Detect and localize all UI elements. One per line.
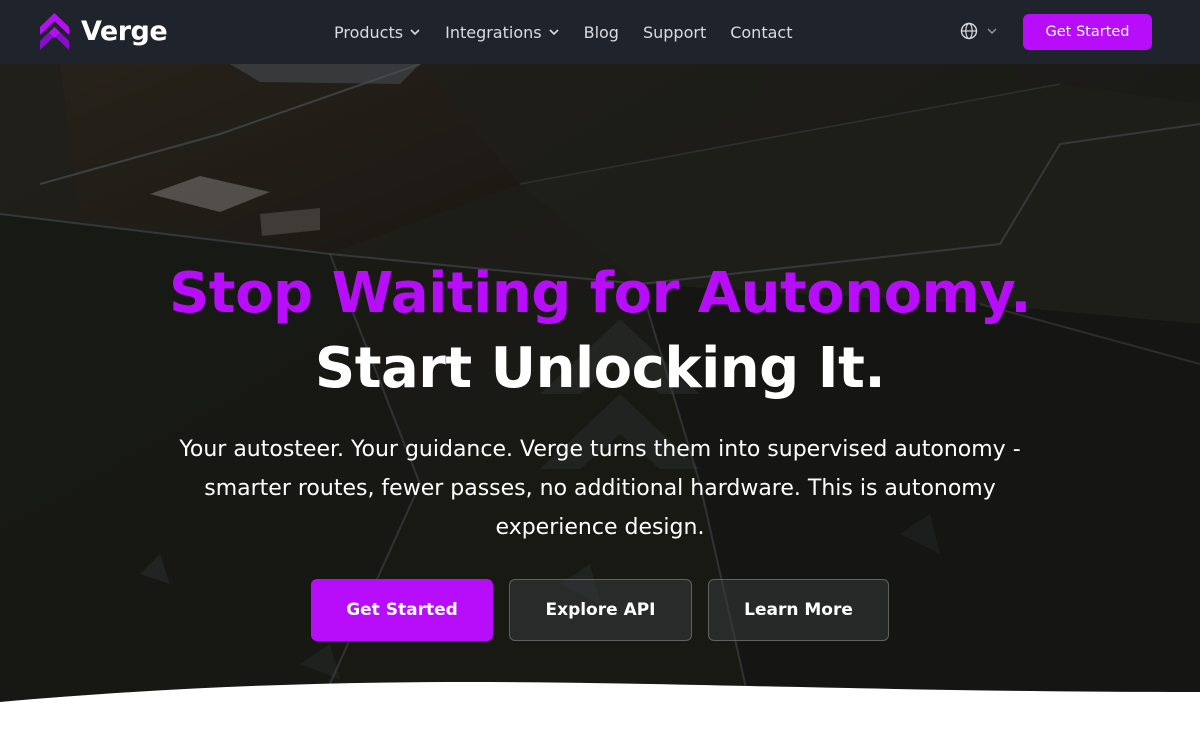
- brand-link[interactable]: Verge: [40, 13, 168, 50]
- hero-get-started-button[interactable]: Get Started: [311, 579, 493, 641]
- top-navbar: Verge Products Integrations Blog Support…: [0, 0, 1200, 64]
- nav-item-contact[interactable]: Contact: [730, 23, 792, 42]
- learn-more-button[interactable]: Learn More: [708, 579, 889, 641]
- nav-item-products[interactable]: Products: [334, 23, 421, 42]
- verge-logo-icon: [40, 13, 69, 50]
- nav-item-integrations[interactable]: Integrations: [445, 23, 560, 42]
- nav-item-label: Products: [334, 22, 404, 42]
- nav-item-support[interactable]: Support: [643, 23, 706, 42]
- language-selector[interactable]: [960, 22, 998, 40]
- nav-item-label: Contact: [730, 22, 793, 42]
- nav-item-blog[interactable]: Blog: [584, 23, 619, 42]
- hero-subtext: Your autosteer. Your guidance. Verge tur…: [179, 437, 1021, 540]
- nav-item-label: Support: [642, 22, 707, 42]
- brand-name: Verge: [81, 16, 168, 47]
- nav-item-label: Blog: [583, 22, 619, 42]
- hero-button-group: Get Started Explore API Learn More: [311, 579, 889, 641]
- hero-dark-overlay: [0, 64, 1200, 750]
- chevron-down-icon: [549, 29, 559, 36]
- chevron-down-icon: [410, 29, 420, 36]
- hero-section: Stop Waiting for Autonomy. Start Unlocki…: [0, 64, 1200, 750]
- chevron-down-icon: [987, 28, 997, 34]
- globe-icon: [960, 22, 978, 40]
- hero-headline-line2: Start Unlocking It.: [314, 336, 886, 401]
- nav-get-started-button[interactable]: Get Started: [1023, 14, 1152, 50]
- hero-headline-line1: Stop Waiting for Autonomy.: [168, 261, 1032, 326]
- hero-bottom-wave: [0, 681, 1200, 750]
- nav-links: Products Integrations Blog Support Conta…: [334, 0, 816, 64]
- explore-api-button[interactable]: Explore API: [509, 579, 692, 641]
- nav-item-label: Integrations: [445, 22, 542, 42]
